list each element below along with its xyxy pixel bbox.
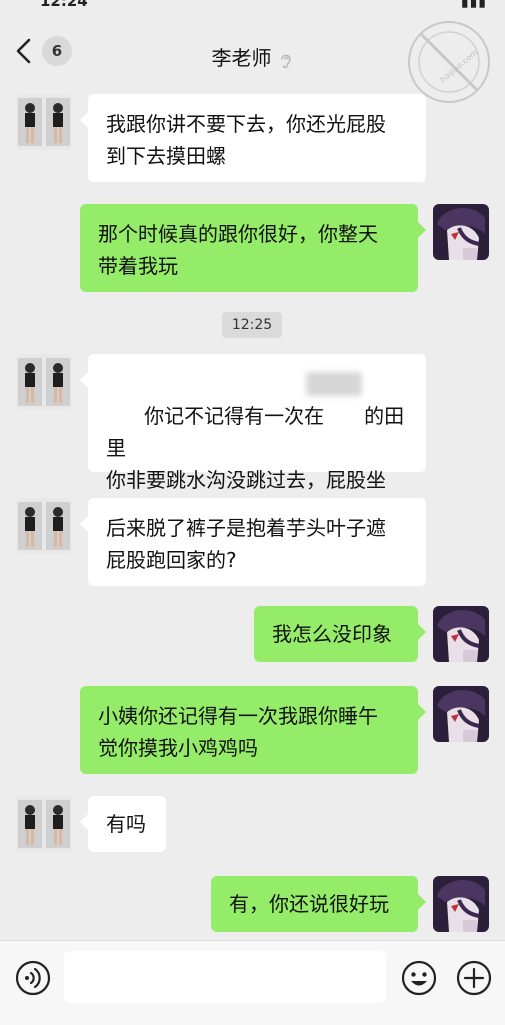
contact-avatar[interactable] (16, 94, 72, 150)
my-avatar[interactable] (433, 686, 489, 742)
my-avatar[interactable] (433, 606, 489, 662)
photo-avatar-icon (16, 94, 72, 150)
contact-avatar[interactable] (16, 796, 72, 852)
my-avatar[interactable] (433, 204, 489, 260)
anime-avatar-icon (433, 606, 489, 662)
sent-message-bubble[interactable]: 小姨你还记得有一次我跟你睡午 觉你摸我小鸡鸡吗 (80, 686, 426, 774)
emoji-icon[interactable] (400, 959, 438, 997)
chat-header: 6 李老师 haijiao.com (0, 14, 505, 103)
sent-message-bubble[interactable]: 有，你还说很好玩 (211, 876, 426, 932)
status-bar: 12:24 ▮▮▮ (0, 0, 505, 14)
sent-message-bubble[interactable]: 那个时候真的跟你很好，你整天 带着我玩 (80, 204, 426, 292)
message-list[interactable]: 我跟你讲不要下去，你还光屁股 到下去摸田螺 那个时候真的跟你很好，你整天 带着我… (0, 86, 505, 940)
photo-avatar-icon (16, 354, 72, 410)
anime-avatar-icon (433, 686, 489, 742)
timestamp: 12:25 (222, 312, 282, 338)
redaction-blur (306, 372, 362, 396)
ear-icon (280, 54, 291, 68)
received-message-bubble[interactable]: 有吗 (80, 796, 166, 852)
sent-message-bubble[interactable]: 我怎么没印象 (254, 606, 426, 662)
received-message-bubble[interactable]: 你记不记得有一次在 的田里 你非要跳水沟没跳过去，屁股坐 在在淤泥里 (80, 354, 426, 524)
photo-avatar-icon (16, 796, 72, 852)
contact-avatar[interactable] (16, 498, 72, 554)
contact-avatar[interactable] (16, 354, 72, 410)
plus-icon[interactable] (455, 959, 493, 997)
anime-avatar-icon (433, 876, 489, 932)
status-time: 12:24 (40, 0, 88, 10)
photo-avatar-icon (16, 498, 72, 554)
received-message-bubble[interactable]: 后来脱了裤子是抱着芋头叶子遮 屁股跑回家的? (80, 498, 426, 586)
received-message-bubble[interactable]: 我跟你讲不要下去，你还光屁股 到下去摸田螺 (80, 94, 426, 182)
message-input[interactable] (64, 951, 386, 1003)
voice-icon[interactable] (14, 959, 52, 997)
anime-avatar-icon (433, 204, 489, 260)
my-avatar[interactable] (433, 876, 489, 932)
status-indicators: ▮▮▮ (460, 0, 487, 10)
contact-name: 李老师 (211, 46, 272, 70)
input-bar (0, 940, 505, 1025)
